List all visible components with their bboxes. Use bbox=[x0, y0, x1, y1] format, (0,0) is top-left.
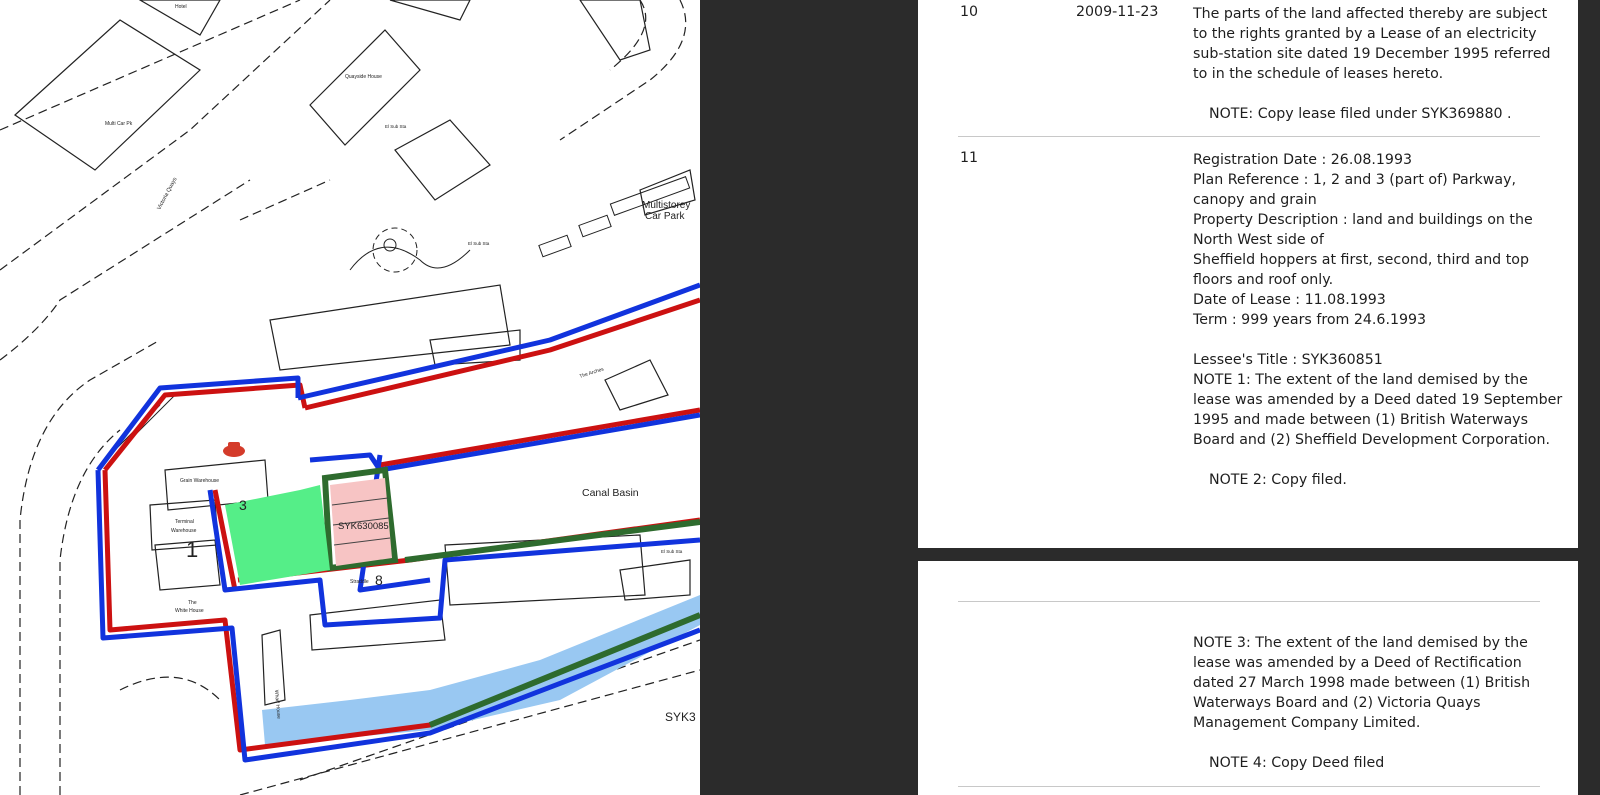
entry-line: Property Description : land and building… bbox=[1193, 212, 1533, 228]
title-plan-drawing: Hotel Multi Car Pk Quayside House El Sub… bbox=[0, 0, 700, 795]
entry-line: The parts of the land affected thereby a… bbox=[1193, 6, 1548, 22]
map-label-road-name: Victoria Quays bbox=[156, 176, 178, 211]
entry-line: NOTE 1: The extent of the land demised b… bbox=[1193, 372, 1528, 388]
entry-line: to in the schedule of leases hereto. bbox=[1193, 66, 1444, 82]
map-label-white-house: White House bbox=[175, 608, 204, 614]
entry-number: 11 bbox=[960, 150, 979, 166]
building-outlines bbox=[14, 0, 696, 706]
continuation-text: NOTE 3: The extent of the land demised b… bbox=[1193, 633, 1548, 773]
entry-line: lease was amended by a Deed dated 19 Sep… bbox=[1193, 392, 1563, 408]
plan-reference-3: 3 bbox=[239, 497, 247, 513]
entry-separator bbox=[958, 601, 1540, 602]
map-label-the-arches: The Arches bbox=[579, 366, 605, 380]
canal-water-area bbox=[262, 595, 700, 745]
entry-line: canopy and grain bbox=[1193, 192, 1317, 208]
entry-text: The parts of the land affected thereby a… bbox=[1193, 4, 1551, 124]
entry-line: lease was amended by a Deed of Rectifica… bbox=[1193, 655, 1522, 671]
map-label-multistorey: Multistorey bbox=[642, 200, 690, 211]
entry-line: Board and (2) Sheffield Development Corp… bbox=[1193, 432, 1550, 448]
entry-note: NOTE 4: Copy Deed filed bbox=[1209, 755, 1385, 771]
entry-line: floors and roof only. bbox=[1193, 272, 1334, 288]
entry-line: North West side of bbox=[1193, 232, 1324, 248]
map-label-warehouse: Warehouse bbox=[171, 528, 197, 534]
entry-number: 10 bbox=[960, 4, 979, 20]
viewer-background bbox=[700, 0, 918, 795]
entry-line: Sheffield hoppers at first, second, thir… bbox=[1193, 252, 1529, 268]
entry-note: NOTE 2: Copy filed. bbox=[1209, 472, 1347, 488]
entry-line: dated 27 March 1998 made between (1) Bri… bbox=[1193, 675, 1531, 691]
register-page-continuation: NOTE 3: The extent of the land demised b… bbox=[918, 561, 1578, 795]
map-label-straddle: Straddle bbox=[350, 579, 369, 585]
map-label-multi-car-pk: Multi Car Pk bbox=[105, 121, 133, 127]
entry-line: 1995 and made between (1) British Waterw… bbox=[1193, 412, 1528, 428]
entry-line: Term : 999 years from 24.6.1993 bbox=[1193, 312, 1427, 328]
map-label-quayside-house: Quayside House bbox=[345, 74, 382, 80]
map-label-el-sub-sta-1: El Sub Sta bbox=[385, 124, 407, 129]
entry-separator bbox=[958, 786, 1540, 787]
minor-features bbox=[114, 176, 691, 451]
plan-reference-8: 8 bbox=[375, 572, 383, 588]
map-label-car-park: Car Park bbox=[645, 211, 685, 222]
entry-line: Plan Reference : 1, 2 and 3 (part of) Pa… bbox=[1193, 172, 1516, 188]
map-label-el-sub-sta-2: El Sub Sta bbox=[468, 241, 490, 246]
entry-separator bbox=[958, 136, 1540, 137]
map-label-title-number: SYK630085 bbox=[338, 521, 389, 532]
entry-note: NOTE: Copy lease filed under SYK369880 . bbox=[1209, 106, 1512, 122]
map-label-canal-basin: Canal Basin bbox=[582, 487, 639, 499]
entry-line: Waterways Board and (2) Victoria Quays bbox=[1193, 695, 1481, 711]
title-plan-map[interactable]: Hotel Multi Car Pk Quayside House El Sub… bbox=[0, 0, 700, 795]
entry-line: NOTE 3: The extent of the land demised b… bbox=[1193, 635, 1528, 651]
entry-line: Date of Lease : 11.08.1993 bbox=[1193, 292, 1386, 308]
map-label-title-number-2: SYK3 bbox=[665, 710, 696, 724]
entry-line: sub-station site dated 19 December 1995 … bbox=[1193, 46, 1551, 62]
map-label-grain-warehouse: Grain Warehouse bbox=[180, 478, 219, 484]
entry-text: Registration Date : 26.08.1993 Plan Refe… bbox=[1193, 150, 1563, 490]
register-page: 10 2009-11-23 The parts of the land affe… bbox=[918, 0, 1578, 548]
entry-line: Registration Date : 26.08.1993 bbox=[1193, 152, 1413, 168]
entry-date: 2009-11-23 bbox=[1076, 4, 1159, 20]
plan-reference-1: 1 bbox=[186, 537, 198, 562]
entry-line: to the rights granted by a Lease of an e… bbox=[1193, 26, 1537, 42]
entry-line: Lessee's Title : SYK360851 bbox=[1193, 352, 1383, 368]
car-icon bbox=[223, 442, 245, 457]
map-label-terminal: Terminal bbox=[175, 519, 194, 525]
entry-line: Management Company Limited. bbox=[1193, 715, 1421, 731]
map-label-hotel: Hotel bbox=[175, 4, 187, 10]
map-label-el-sub-sta-3: El Sub Sta bbox=[661, 549, 683, 554]
map-label-the: The bbox=[188, 600, 197, 606]
